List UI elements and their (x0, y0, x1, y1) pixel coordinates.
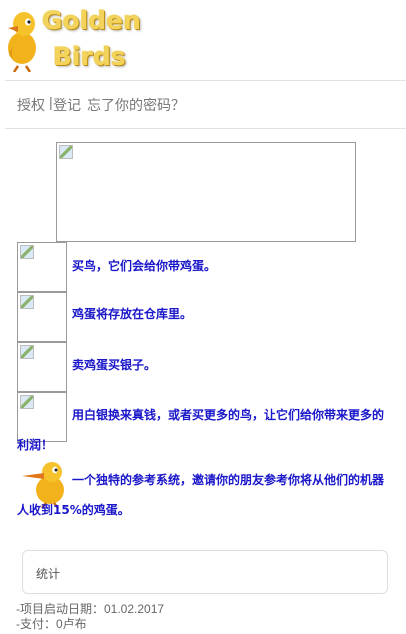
forgot-password-link[interactable]: 忘了你的密码？ (87, 95, 185, 115)
auth-nav: 授权 | 登记 忘了你的密码？ (5, 80, 406, 129)
logo-text[interactable]: Golden Birds (40, 4, 150, 76)
promo-item-2: 鸡蛋将存放在仓库里。 (72, 307, 193, 321)
stats-title: 统计 (36, 567, 61, 581)
logo-line-2: Birds (53, 42, 126, 71)
banner-image (56, 142, 356, 242)
step-image-2 (17, 292, 67, 342)
referral-text: 一个独特的参考系统，邀请你的朋友参考你将从他们的机器人收到15%的鸡蛋。 (17, 473, 385, 517)
golden-bird-logo-icon[interactable] (4, 6, 40, 72)
stat-paid: -支付：0卢布 (16, 617, 87, 631)
step-image-3 (17, 342, 67, 392)
register-link[interactable]: 登记 (53, 95, 81, 115)
promo-item-4: 用白银换来真钱，或者买更多的鸟，让它们给你带来更多的利润！ (17, 408, 385, 452)
stats-panel: 统计 (22, 550, 388, 594)
promo-item-3: 卖鸡蛋买银子。 (72, 358, 157, 372)
login-link[interactable]: 授权 (17, 95, 45, 115)
logo-line-1: Golden (42, 6, 141, 35)
promo-item-1: 买鸟，它们会给你带鸡蛋。 (72, 259, 217, 273)
header: Golden Birds (0, 0, 406, 80)
step-image-1 (17, 242, 67, 292)
